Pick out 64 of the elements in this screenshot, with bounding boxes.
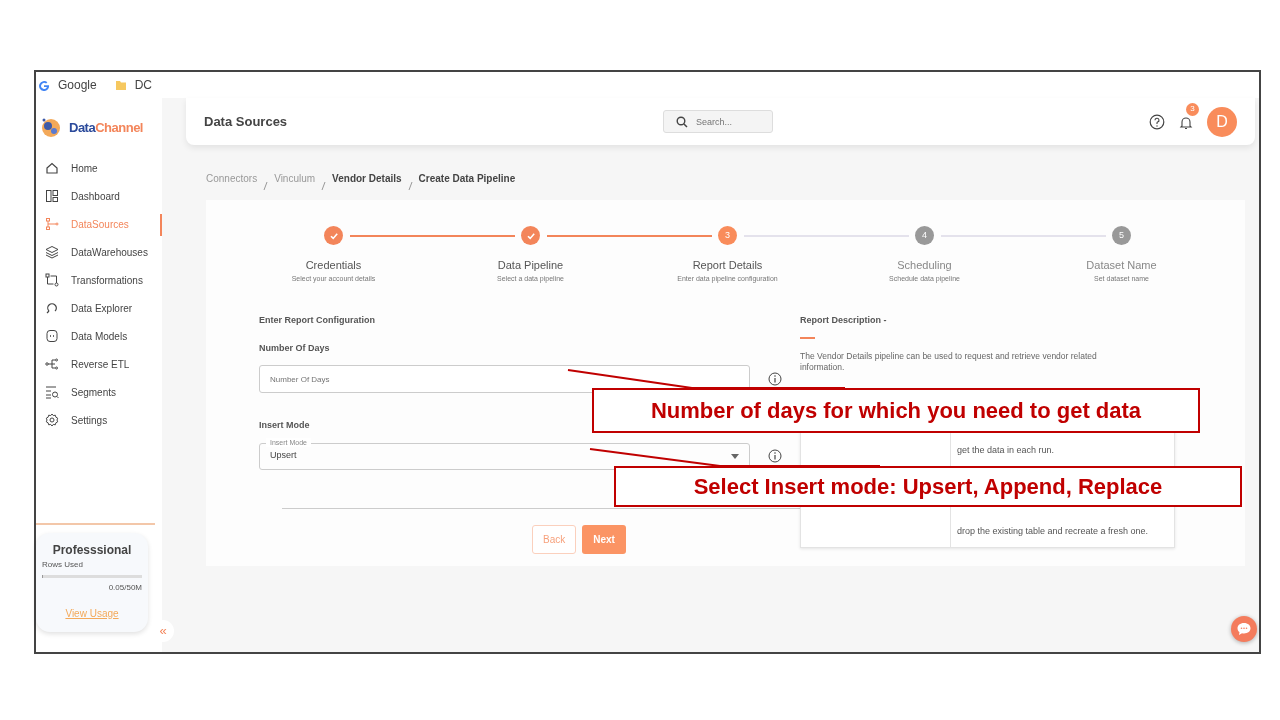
page-title: Data Sources [204,112,288,131]
plan-name: Professsional [51,542,133,559]
google-g-icon [38,79,50,91]
step-circle: 3 [718,226,737,245]
branch-icon [45,357,59,371]
chat-icon [1236,622,1252,636]
description-text: The Vendor Details pipeline can be used to request and retrieve vendor related information. [800,350,1098,375]
sidebar-item[interactable]: Segments [36,378,162,406]
logo-text: DataChannel [69,119,143,138]
step-title: Credentials [305,258,362,273]
sidebar-item[interactable]: Reverse ETL [36,350,162,378]
bookmark-link[interactable]: DC [134,76,153,94]
breadcrumb-item: Create Data Pipeline [418,172,516,186]
callout-box: Select Insert mode: Upsert, Append, Replace [614,466,1242,507]
flow-icon [45,217,59,231]
sidebar-item[interactable]: Home [36,154,162,182]
notification-count: 3 [1186,102,1199,116]
logo-icon [39,116,63,140]
field-label: Number Of Days [259,341,331,355]
slash-icon [407,180,413,191]
table-cell-text: get the data in each run. [956,444,1056,457]
layers-icon [45,245,59,259]
sidebar-item[interactable]: Dashboard [36,182,162,210]
step-title: Report Details [692,258,763,273]
filter-icon [45,385,59,399]
callout-box: Number of days for which you need to get data [592,388,1200,433]
check-icon [525,230,536,241]
step-title: Data Pipeline [497,258,564,273]
sidebar-item[interactable]: Settings [36,406,162,434]
breadcrumb-item: Vendor Details [332,172,402,186]
loop-icon [45,301,59,315]
step-title: Dataset Name [1086,258,1157,273]
sidebar-item[interactable]: Transformations [36,266,162,294]
settings-icon [45,413,59,427]
step-circle: 4 [915,226,934,245]
transfer-icon [45,273,59,287]
usage-label: Rows Used [42,559,84,571]
step-circle: 5 [1112,226,1131,245]
table-cell-text: drop the existing table and recreate a fresh one. [956,525,1150,538]
bookmark-link[interactable]: Google [58,76,97,94]
house-icon [45,161,59,175]
search-field[interactable]: Search... [663,110,774,133]
info-icon[interactable] [768,372,782,386]
check-icon [328,230,339,241]
field-label: Insert Mode [259,419,311,432]
sidebar-item[interactable]: Data Explorer [36,294,162,322]
input-field[interactable]: Number Of Days [259,365,750,393]
slash-icon [263,180,269,191]
caret-icon [731,453,739,459]
slash-icon [321,180,327,191]
code-icon [45,329,59,343]
search-icon [676,116,689,128]
usage-value: 0.05/50M [107,582,142,594]
folder-icon [114,79,127,91]
info-icon[interactable] [768,449,782,463]
step-title: Scheduling [897,258,952,273]
section-heading: Enter Report Configuration [259,314,376,327]
section-heading: Report Description - [800,314,888,327]
chat-button[interactable] [1231,616,1257,642]
sidebar-item[interactable]: Data Models [36,322,162,350]
help-icon[interactable] [1149,113,1165,130]
bell-icon[interactable] [1179,114,1193,130]
sidebar-item[interactable]: DataWarehouses [36,238,162,266]
dashboard-icon [45,189,59,203]
